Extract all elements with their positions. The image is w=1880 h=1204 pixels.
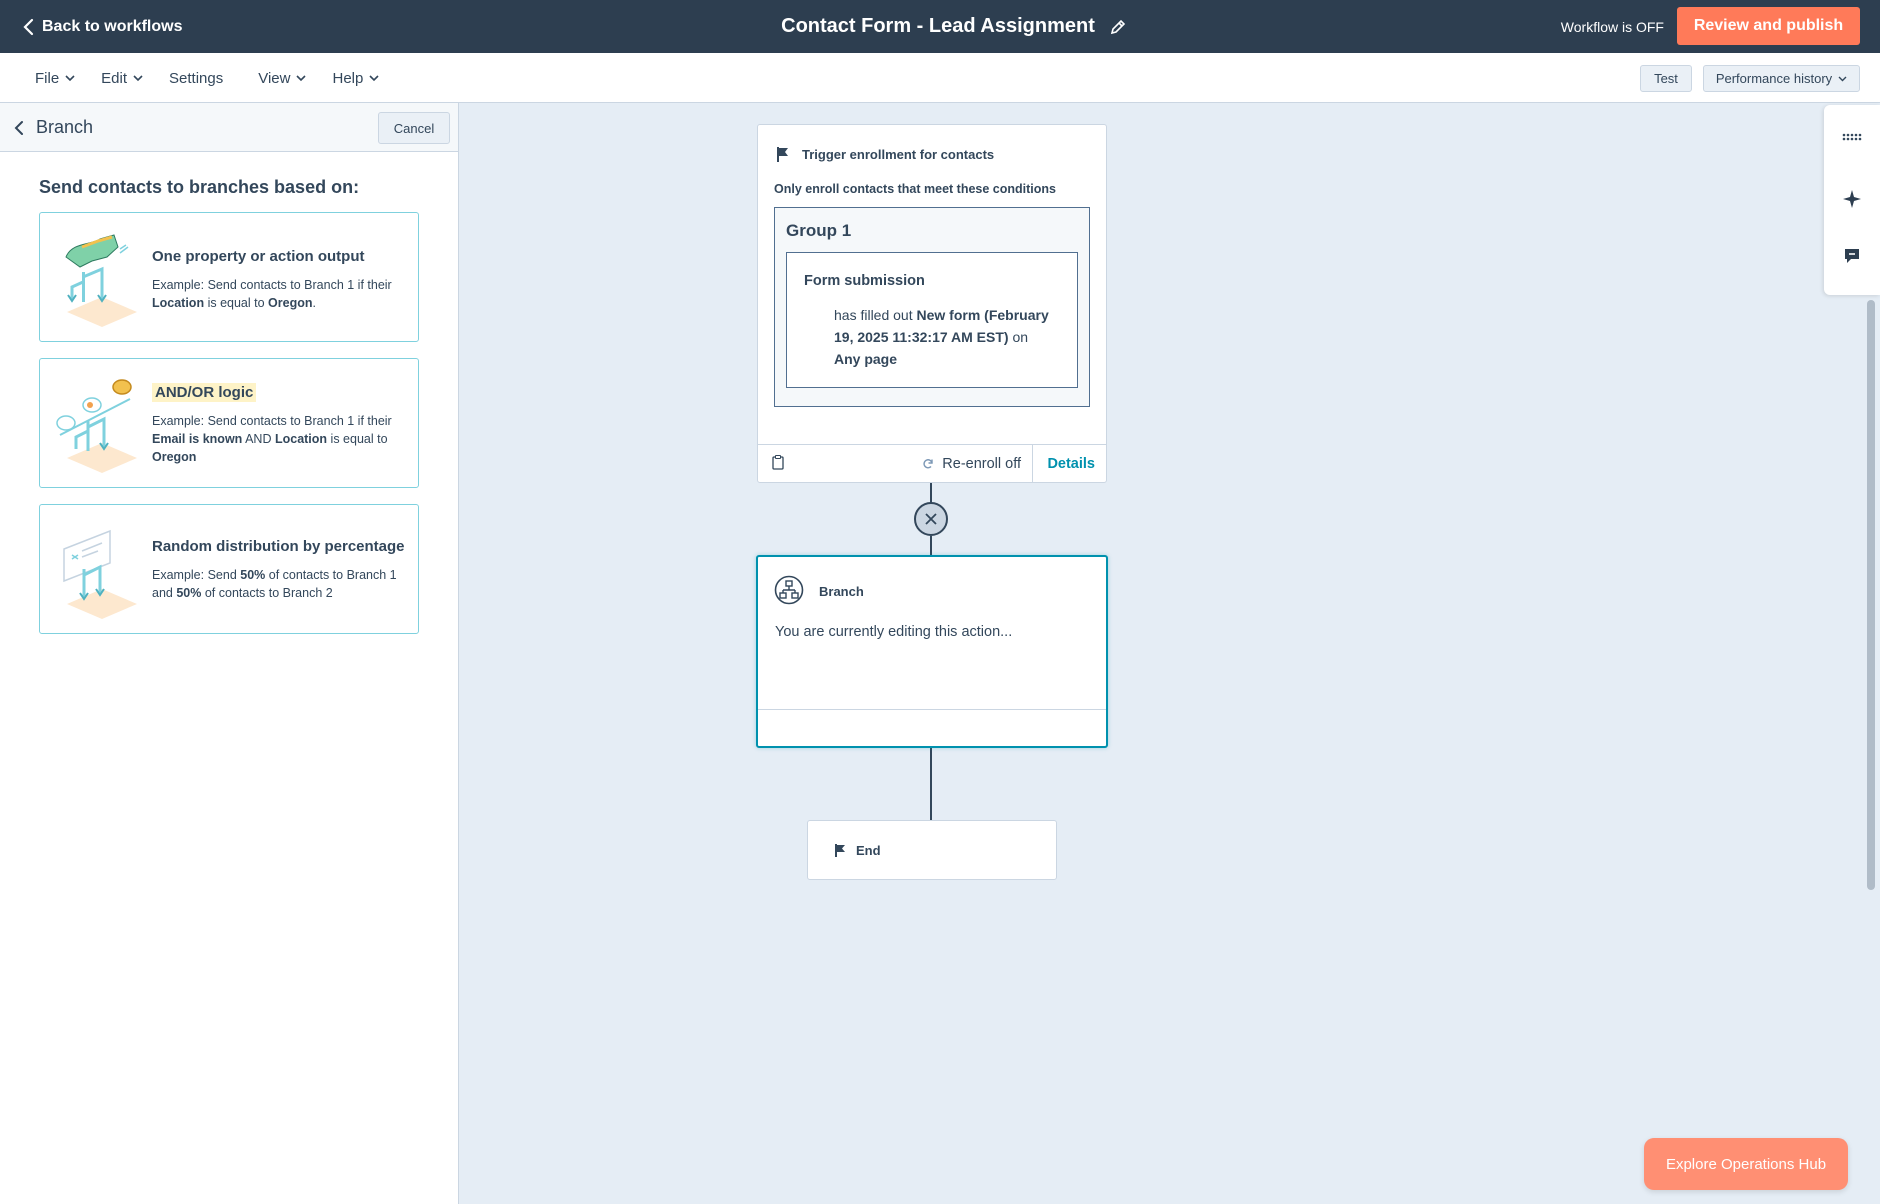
details-link[interactable]: Details	[1047, 445, 1095, 482]
edit-pencil-icon[interactable]	[1109, 18, 1127, 36]
chevron-down-icon	[133, 74, 143, 81]
right-sidebar-rail	[1824, 105, 1880, 295]
test-button[interactable]: Test	[1640, 65, 1692, 92]
menu-file-label: File	[35, 69, 60, 87]
option-description: Example: Send contacts to Branch 1 if th…	[152, 414, 392, 464]
option-random-distribution[interactable]: Random distribution by percentage Exampl…	[39, 504, 419, 634]
trigger-title: Trigger enrollment for contacts	[802, 147, 995, 162]
comments-button[interactable]	[1824, 231, 1880, 281]
trigger-header: Trigger enrollment for contacts	[776, 146, 994, 163]
remove-action-button[interactable]	[914, 502, 948, 536]
branch-action-title: Branch	[819, 584, 864, 599]
option-title: One property or action output	[152, 248, 365, 265]
flag-icon	[777, 147, 788, 162]
panel-header: Branch Cancel	[0, 103, 458, 152]
end-node-content: End	[834, 821, 881, 879]
end-label: End	[856, 842, 881, 858]
group-title: Group 1	[786, 221, 852, 240]
menu-view-label: View	[258, 69, 291, 87]
branch-panel: Branch Cancel Send contacts to branches …	[0, 103, 459, 1204]
top-bar: Back to workflows Contact Form - Lead As…	[0, 0, 1880, 53]
trigger-footer: Re-enroll off Details	[758, 444, 1106, 482]
clipboard-icon[interactable]	[772, 455, 784, 470]
connector-line	[930, 748, 932, 820]
vertical-scrollbar[interactable]	[1867, 300, 1875, 890]
branch-action-card[interactable]: Branch You are currently editing this ac…	[756, 555, 1108, 748]
performance-history-label: Performance history	[1715, 71, 1833, 86]
logic-branch-illustration-icon	[56, 379, 137, 473]
option-title: AND/OR logic	[152, 383, 257, 402]
menu-bar: File Edit Settings View Help Test Perfor…	[0, 53, 1880, 103]
menu-edit[interactable]: Edit	[88, 53, 156, 103]
chevron-down-icon	[369, 74, 379, 81]
filter-description: has filled out New form (February 19, 20…	[834, 307, 1049, 367]
option-and-or-logic[interactable]: AND/OR logic Example: Send contacts to B…	[39, 358, 419, 488]
chat-bubble-icon	[1845, 249, 1859, 263]
close-icon	[925, 513, 937, 525]
sparkle-icon	[1843, 190, 1861, 208]
chevron-down-icon	[1838, 76, 1847, 81]
percentage-branch-illustration-icon	[63, 529, 137, 619]
option-title: Random distribution by percentage	[152, 538, 405, 555]
option-description: Example: Send 50% of contacts to Branch …	[152, 568, 397, 600]
footer-divider	[1032, 445, 1033, 482]
trigger-card[interactable]: Trigger enrollment for contacts Only enr…	[757, 124, 1107, 483]
branch-icon	[774, 575, 804, 605]
branch-action-footer	[758, 709, 1106, 746]
filter-group: Group 1 Form submission has filled out N…	[774, 207, 1090, 407]
reenroll-label: Re-enroll off	[942, 455, 1021, 472]
flag-icon	[835, 843, 845, 857]
trigger-subtitle: Only enroll contacts that meet these con…	[774, 182, 1056, 196]
apps-grid-button[interactable]	[1824, 112, 1880, 162]
chevron-left-icon	[14, 120, 23, 135]
workflow-canvas[interactable]	[460, 103, 1880, 1204]
end-node: End	[807, 820, 1057, 880]
menu-help[interactable]: Help	[319, 53, 392, 103]
chevron-down-icon	[65, 74, 75, 81]
cancel-button[interactable]: Cancel	[378, 112, 450, 144]
chevron-down-icon	[296, 74, 307, 81]
panel-back-button[interactable]: Branch	[14, 103, 93, 152]
panel-heading: Send contacts to branches based on:	[39, 177, 360, 197]
menu: File Edit Settings View Help	[22, 53, 392, 103]
connector-line	[930, 483, 932, 503]
workflow-status: Workflow is OFF	[1560, 18, 1664, 35]
menu-file[interactable]: File	[22, 53, 88, 103]
filter-condition: Form submission has filled out New form …	[786, 252, 1078, 388]
filter-title: Form submission	[804, 273, 925, 289]
option-description: Example: Send contacts to Branch 1 if th…	[152, 278, 392, 310]
workflow-title: Contact Form - Lead Assignment	[781, 15, 1095, 37]
connector-line	[930, 536, 932, 556]
explore-operations-hub-button[interactable]: Explore Operations Hub	[1644, 1138, 1848, 1190]
review-and-publish-button[interactable]: Review and publish	[1677, 7, 1860, 45]
map-branch-illustration-icon	[65, 234, 137, 327]
menu-settings-label: Settings	[169, 69, 224, 87]
option-one-property[interactable]: One property or action output Example: S…	[39, 212, 419, 342]
menu-edit-label: Edit	[101, 69, 128, 87]
ai-assistant-button[interactable]	[1824, 174, 1880, 224]
panel-header-title: Branch	[36, 117, 94, 137]
branch-action-message: You are currently editing this action...	[775, 624, 1013, 640]
menu-settings[interactable]: Settings	[156, 53, 245, 103]
performance-history-button[interactable]: Performance history	[1703, 65, 1860, 92]
grid-dots-icon	[1842, 133, 1862, 141]
menu-view[interactable]: View	[245, 53, 319, 103]
refresh-icon	[923, 458, 933, 468]
reenroll-toggle[interactable]: Re-enroll off	[922, 445, 1021, 482]
menu-help-label: Help	[332, 69, 364, 87]
